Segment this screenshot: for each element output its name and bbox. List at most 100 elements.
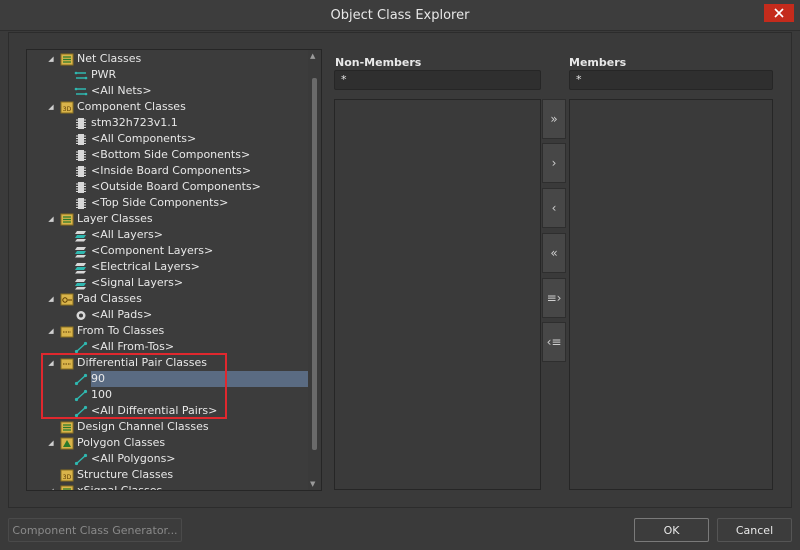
tree-item-label: <All Polygons> [91,452,176,465]
collapse-arrow-icon[interactable]: ◢ [46,211,56,227]
tree-item-label: <All Components> [91,132,197,145]
add-selected-button[interactable]: ≡› [542,278,566,318]
polygon-folder-icon [60,437,74,450]
diff-pair-icon [74,373,88,386]
tree-item-90[interactable]: 90 [74,371,105,387]
tree-item-all-differential-pairs[interactable]: <All Differential Pairs> [74,403,217,419]
collapse-arrow-icon[interactable]: ◢ [46,355,56,371]
scroll-thumb[interactable] [312,78,317,450]
tree-item-label: <Electrical Layers> [91,260,200,273]
scroll-up-icon[interactable]: ▲ [310,52,315,60]
close-button[interactable] [764,4,794,22]
tree-scrollbar[interactable]: ▲ ▼ [308,50,321,490]
tree-item-label: PWR [91,68,117,81]
tree-item-polygon-classes[interactable]: ◢ Polygon Classes [46,435,165,451]
tree-item-bottom-side-components[interactable]: <Bottom Side Components> [74,147,250,163]
cancel-button[interactable]: Cancel [717,518,792,542]
tree-item-component-layers[interactable]: <Component Layers> [74,243,213,259]
tree-item-electrical-layers[interactable]: <Electrical Layers> [74,259,200,275]
tree-item-all-polygons[interactable]: <All Polygons> [74,451,176,467]
collapse-arrow-icon[interactable]: ◢ [46,323,56,339]
component-icon [74,197,88,210]
component-icon [74,165,88,178]
tree-item-net-classes[interactable]: ◢ Net Classes [46,51,141,67]
non-members-list[interactable] [334,99,541,490]
add-all-button[interactable]: » [542,99,566,139]
tree-item-label: <All From-Tos> [91,340,175,353]
tree-item-xsignal-classes[interactable]: ◢ xSignal Classes [46,483,162,490]
collapse-arrow-icon[interactable]: ◢ [46,99,56,115]
component-icon [74,181,88,194]
diff-pair-icon [74,389,88,402]
remove-selected-button[interactable]: ‹≡ [542,322,566,362]
tree-item-signal-layers[interactable]: <Signal Layers> [74,275,183,291]
diff-pair-icon [74,405,88,418]
tree-item-label: <Component Layers> [91,244,214,257]
layer-icon [74,229,88,242]
add-button[interactable]: › [542,143,566,183]
class-folder-icon [60,485,74,490]
component-icon [74,117,88,130]
tree-item-label: <All Pads> [91,308,153,321]
tree-item-top-side-components[interactable]: <Top Side Components> [74,195,228,211]
layer-icon [74,245,88,258]
collapse-arrow-icon[interactable]: ◢ [46,435,56,451]
tree-item-layer-classes[interactable]: ◢ Layer Classes [46,211,153,227]
collapse-arrow-icon[interactable]: ◢ [46,483,56,490]
tree-item-label: Layer Classes [77,212,153,225]
tree-item-all-components[interactable]: <All Components> [74,131,196,147]
tree-item-100[interactable]: 100 [74,387,112,403]
tree-item-label: Net Classes [77,52,142,65]
tree-item-differential-pair-classes[interactable]: ◢ Differential Pair Classes [46,355,207,371]
tree-item-label: Design Channel Classes [77,420,209,433]
collapse-arrow-icon[interactable]: ◢ [46,51,56,67]
tree-item-inside-board-components[interactable]: <Inside Board Components> [74,163,251,179]
component-icon [74,149,88,162]
tree-item-all-from-tos[interactable]: <All From-Tos> [74,339,174,355]
tree-item-outside-board-components[interactable]: <Outside Board Components> [74,179,261,195]
tree-item-all-pads[interactable]: <All Pads> [74,307,152,323]
component-folder-icon: 3D [60,101,74,114]
component-class-generator-button[interactable]: Component Class Generator... [8,518,182,542]
tree-item-label: <All Differential Pairs> [91,404,218,417]
fromto-folder-icon [60,357,74,370]
remove-all-button[interactable]: « [542,233,566,273]
tree-item-label: From To Classes [77,324,165,337]
members-filter-input[interactable]: * [569,70,773,90]
layer-icon [74,261,88,274]
title-bar: Object Class Explorer [0,0,800,31]
remove-button[interactable]: ‹ [542,188,566,228]
net-icon [74,85,88,98]
tree-item-label: <Top Side Components> [91,196,229,209]
tree-item-label: Differential Pair Classes [77,356,207,369]
members-list[interactable] [569,99,773,490]
class-tree[interactable]: ◢ Net Classes PWR <All Nets> ◢ 3D Component Cl… [26,49,322,491]
pad-folder-icon [60,293,74,306]
tree-item-all-nets[interactable]: <All Nets> [74,83,152,99]
svg-text:3D: 3D [63,474,72,481]
tree-selection-highlight [91,371,308,387]
tree-item-label: 90 [91,372,105,385]
tree-item-component-classes[interactable]: ◢ 3D Component Classes [46,99,186,115]
tree-item-stm32h723v1-1[interactable]: stm32h723v1.1 [74,115,178,131]
tree-item-pad-classes[interactable]: ◢ Pad Classes [46,291,142,307]
non-members-filter-input[interactable]: * [334,70,541,90]
tree-item-label: <Signal Layers> [91,276,184,289]
tree-item-label: Component Classes [77,100,186,113]
tree-item-all-layers[interactable]: <All Layers> [74,227,163,243]
class-folder-icon [60,213,74,226]
scroll-down-icon[interactable]: ▼ [310,480,315,488]
tree-item-label: Polygon Classes [77,436,166,449]
members-label: Members [569,56,627,69]
tree-item-design-channel-classes[interactable]: Design Channel Classes [46,419,209,435]
tree-item-label: stm32h723v1.1 [91,116,178,129]
tree-item-from-to-classes[interactable]: ◢ From To Classes [46,323,164,339]
net-icon [74,69,88,82]
tree-item-label: Pad Classes [77,292,142,305]
tree-item-label: <Bottom Side Components> [91,148,251,161]
tree-item-structure-classes[interactable]: 3D Structure Classes [46,467,173,483]
collapse-arrow-icon[interactable]: ◢ [46,291,56,307]
tree-item-label: 100 [91,388,112,401]
ok-button[interactable]: OK [634,518,709,542]
tree-item-pwr[interactable]: PWR [74,67,116,83]
